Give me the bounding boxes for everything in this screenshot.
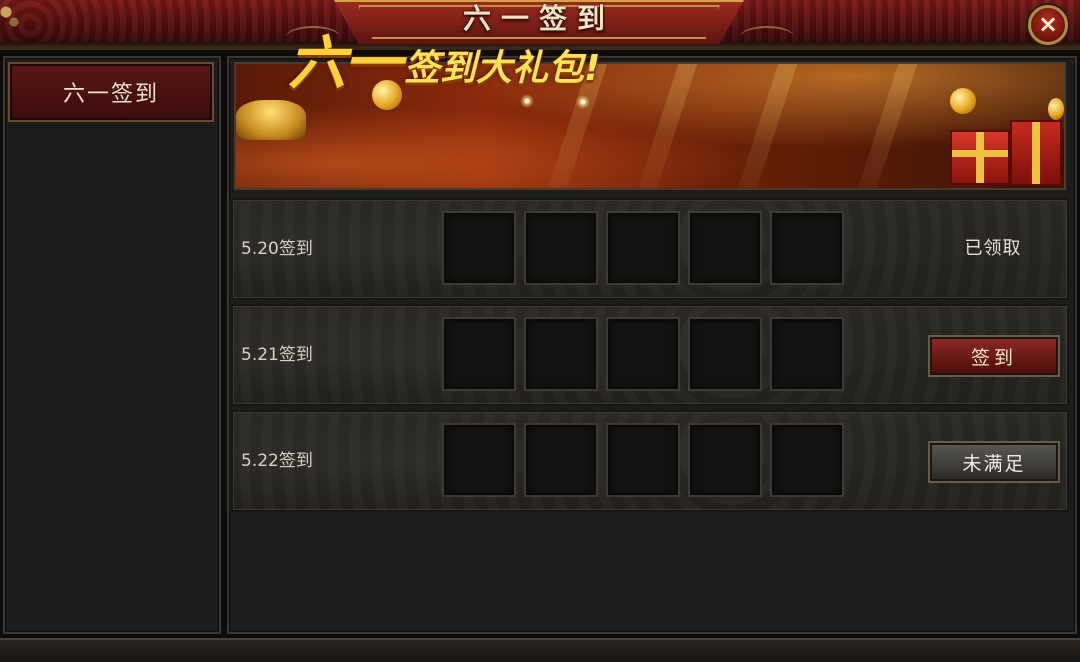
reward-slot[interactable] [606,211,680,285]
close-icon: × [1037,10,1059,38]
reward-slot[interactable] [524,317,598,391]
corner-ornament-icon [0,0,26,30]
gift-box-icon [1010,120,1062,186]
gold-coin-icon [950,88,976,114]
light-ray [628,64,702,188]
reward-slot[interactable] [442,317,516,391]
reward-slot[interactable] [770,317,844,391]
reward-slot[interactable] [688,317,762,391]
unmet-button[interactable]: 未满足 [928,441,1060,483]
gold-coin-icon [1048,98,1064,120]
sidebar-item-checkin[interactable]: 六一签到 [8,62,214,122]
reward-slot[interactable] [770,423,844,497]
gift-box-icon [950,130,1010,185]
checkin-button-label: 签到 [970,346,1017,369]
reward-slot[interactable] [606,423,680,497]
checkin-row: 5.22签到 未满足 [231,410,1069,512]
checkin-row: 5.20签到 已领取 [231,198,1069,300]
reward-slot[interactable] [442,423,516,497]
row-date-label: 5.20签到 [241,239,313,259]
checkin-button[interactable]: 签到 [928,335,1060,377]
banner-title: 六一 签到大礼包! [288,28,600,98]
row-date-label: 5.22签到 [241,451,313,471]
light-ray [728,64,802,188]
reward-slot[interactable] [688,423,762,497]
gold-ingot-icon [236,100,306,140]
light-ray [848,64,922,188]
checkin-row: 5.21签到 签到 [231,304,1069,406]
reward-slot[interactable] [524,211,598,285]
sidebar-item-label: 六一签到 [62,82,159,107]
reward-slot[interactable] [688,211,762,285]
claimed-status: 已领取 [964,238,1022,259]
close-button[interactable]: × [1028,5,1068,45]
banner-title-small: 签到大礼包! [404,48,601,89]
reward-slot[interactable] [606,317,680,391]
row-date-label: 5.21签到 [241,345,313,365]
title-ornament-right [740,26,794,48]
reward-slot[interactable] [770,211,844,285]
window-footer-frame [0,638,1080,662]
unmet-button-label: 未满足 [962,452,1026,475]
reward-slot[interactable] [524,423,598,497]
sidebar-panel [3,56,221,634]
banner-title-big: 六一 [288,29,402,97]
reward-slot[interactable] [442,211,516,285]
